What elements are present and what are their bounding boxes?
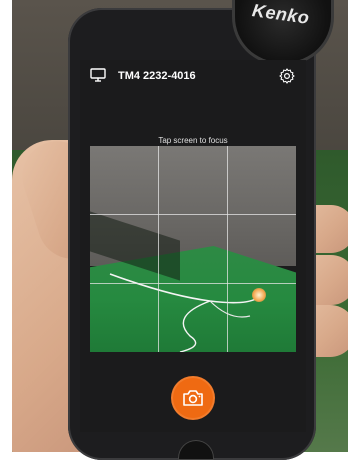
app-screen: TM4 2232-4016 Tap screen to focus: [80, 60, 306, 432]
grid-line: [90, 283, 296, 284]
app-header: TM4 2232-4016: [80, 60, 306, 94]
gear-icon[interactable]: [278, 67, 296, 85]
display-icon[interactable]: [90, 68, 106, 82]
shutter-button[interactable]: [173, 378, 213, 418]
grid-line: [227, 146, 228, 352]
preview-cable: [109, 273, 261, 352]
camera-icon: [183, 390, 203, 406]
image-border-right: [348, 0, 356, 460]
device-name: TM4 2232-4016: [118, 70, 196, 82]
focus-hint: Tap screen to focus: [158, 136, 228, 145]
image-border-left: [0, 0, 12, 460]
camera-preview[interactable]: [90, 146, 296, 352]
grid-line: [158, 146, 159, 352]
grid-line: [90, 214, 296, 215]
preview-light-spot: [252, 288, 266, 302]
